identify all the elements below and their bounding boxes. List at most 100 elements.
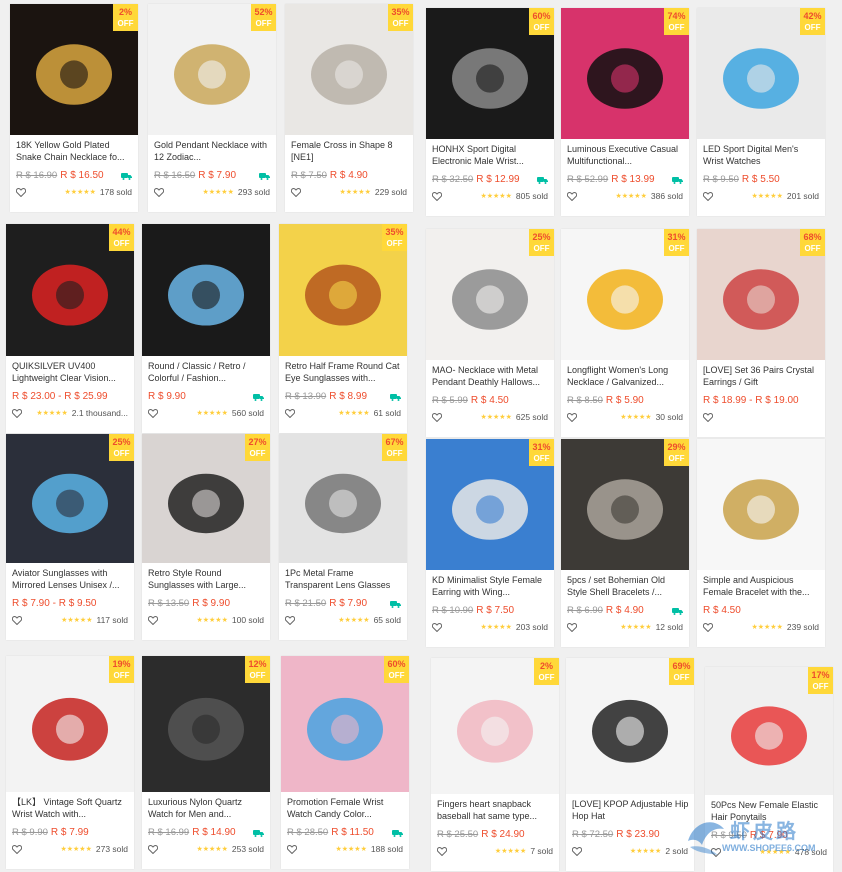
hair-ties-image[interactable]: 17% OFF: [705, 667, 833, 795]
zodiac-necklace-image[interactable]: 52% OFF: [148, 4, 276, 135]
product-card[interactable]: 44% OFF QUIKSILVER UV400 Lightweight Cle…: [6, 224, 134, 433]
discount-off-label: OFF: [249, 671, 266, 680]
product-card[interactable]: 2% OFF 18K Yellow Gold Plated Snake Chai…: [10, 4, 138, 212]
product-name[interactable]: Simple and Auspicious Female Bracelet wi…: [697, 570, 825, 600]
round-sunglasses-image[interactable]: [142, 224, 270, 356]
product-name[interactable]: Retro Style Round Sunglasses with Large.…: [142, 563, 270, 593]
led-watch-image[interactable]: 42% OFF: [697, 8, 825, 139]
heart-icon[interactable]: [16, 187, 26, 197]
product-card[interactable]: 27% OFF Retro Style Round Sunglasses wit…: [142, 434, 270, 640]
gold-chain-image[interactable]: 2% OFF: [10, 4, 138, 135]
earrings-set-image[interactable]: 68% OFF: [697, 229, 825, 360]
heart-icon[interactable]: [148, 408, 158, 418]
heart-icon[interactable]: [148, 615, 158, 625]
product-name[interactable]: Aviator Sunglasses with Mirrored Lenses …: [6, 563, 134, 593]
product-card[interactable]: 2% OFF Fingers heart snapback baseball h…: [431, 658, 559, 871]
rating-row: ★★★★★ 229 sold: [285, 182, 413, 198]
red-watch-image[interactable]: 19% OFF: [6, 656, 134, 792]
aviator-sunglasses-image[interactable]: 25% OFF: [6, 434, 134, 563]
heart-icon[interactable]: [567, 191, 577, 201]
product-name[interactable]: Longflight Women's Long Necklace / Galva…: [561, 360, 689, 390]
heart-icon[interactable]: [12, 844, 22, 854]
discount-value: 19%: [112, 659, 131, 669]
product-card[interactable]: 35% OFF Retro Half Frame Round Cat Eye S…: [279, 224, 407, 433]
sunflower-necklace-image[interactable]: 31% OFF: [561, 229, 689, 360]
product-card[interactable]: 35% OFF Female Cross in Shape 8 [NE1] R …: [285, 4, 413, 212]
product-name[interactable]: Gold Pendant Necklace with 12 Zodiac...: [148, 135, 276, 165]
product-card[interactable]: 25% OFF Aviator Sunglasses with Mirrored…: [6, 434, 134, 640]
product-card[interactable]: 67% OFF 1Pc Metal Frame Transparent Lens…: [279, 434, 407, 640]
candy-watch-image[interactable]: 60% OFF: [281, 656, 409, 792]
discount-off-label: OFF: [804, 244, 821, 253]
product-name[interactable]: 1Pc Metal Frame Transparent Lens Glasses: [279, 563, 407, 593]
heart-icon[interactable]: [437, 846, 447, 856]
product-card[interactable]: 25% OFF MAO- Necklace with Metal Pendant…: [426, 229, 554, 437]
star-rating-icon: ★★★★★: [751, 624, 783, 631]
wing-earrings-image[interactable]: 31% OFF: [426, 439, 554, 570]
product-card[interactable]: 60% OFF Promotion Female Wrist Watch Can…: [281, 656, 409, 869]
heart-icon[interactable]: [12, 615, 22, 625]
heart-icon[interactable]: [287, 844, 297, 854]
heart-icon[interactable]: [432, 622, 442, 632]
heart-icon[interactable]: [567, 412, 577, 422]
product-name[interactable]: MAO- Necklace with Metal Pendant Deathly…: [426, 360, 554, 390]
product-name[interactable]: 18K Yellow Gold Plated Snake Chain Neckl…: [10, 135, 138, 165]
product-name[interactable]: Retro Half Frame Round Cat Eye Sunglasse…: [279, 356, 407, 386]
product-card[interactable]: 31% OFF Longflight Women's Long Necklace…: [561, 229, 689, 437]
heart-icon[interactable]: [432, 191, 442, 201]
executive-watch-image[interactable]: 74% OFF: [561, 8, 689, 139]
heart-icon[interactable]: [12, 408, 22, 418]
heart-icon[interactable]: [285, 615, 295, 625]
product-name[interactable]: Luminous Executive Casual Multifunctiona…: [561, 139, 689, 169]
gold-bracelet-image[interactable]: [697, 439, 825, 570]
product-card[interactable]: 31% OFF KD Minimalist Style Female Earri…: [426, 439, 554, 647]
product-card[interactable]: Simple and Auspicious Female Bracelet wi…: [697, 439, 825, 647]
heart-icon[interactable]: [291, 187, 301, 197]
product-name[interactable]: 5pcs / set Bohemian Old Style Shell Brac…: [561, 570, 689, 600]
heart-icon[interactable]: [572, 846, 582, 856]
digital-watch-image[interactable]: 60% OFF: [426, 8, 554, 139]
heart-icon[interactable]: [148, 844, 158, 854]
product-card[interactable]: 69% OFF [LOVE] KPOP Adjustable Hip Hop H…: [566, 658, 694, 871]
product-card[interactable]: 19% OFF 【LK】 Vintage Soft Quartz Wrist W…: [6, 656, 134, 869]
price-row: R $ 52.99 R $ 13.99: [561, 169, 689, 186]
product-name[interactable]: Round / Classic / Retro / Colorful / Fas…: [142, 356, 270, 386]
product-name[interactable]: 【LK】 Vintage Soft Quartz Wrist Watch wit…: [6, 792, 134, 822]
product-card[interactable]: 60% OFF HONHX Sport Digital Electronic M…: [426, 8, 554, 216]
product-card[interactable]: 42% OFF LED Sport Digital Men's Wrist Wa…: [697, 8, 825, 216]
product-card[interactable]: Round / Classic / Retro / Colorful / Fas…: [142, 224, 270, 433]
product-name[interactable]: LED Sport Digital Men's Wrist Watches: [697, 139, 825, 169]
product-card[interactable]: 12% OFF Luxurious Nylon Quartz Watch for…: [142, 656, 270, 869]
heart-icon[interactable]: [285, 408, 295, 418]
kpop-hats-image[interactable]: 69% OFF: [566, 658, 694, 794]
heart-icon[interactable]: [567, 622, 577, 632]
product-name[interactable]: [LOVE] Set 36 Pairs Crystal Earrings / G…: [697, 360, 825, 390]
product-card[interactable]: 29% OFF 5pcs / set Bohemian Old Style Sh…: [561, 439, 689, 647]
sunglasses-box-image[interactable]: 44% OFF: [6, 224, 134, 356]
cat-eye-sunglasses-image[interactable]: 35% OFF: [279, 224, 407, 356]
product-name[interactable]: HONHX Sport Digital Electronic Male Wris…: [426, 139, 554, 169]
nylon-watch-image[interactable]: 12% OFF: [142, 656, 270, 792]
product-name[interactable]: KD Minimalist Style Female Earring with …: [426, 570, 554, 600]
pink-cap-image[interactable]: 2% OFF: [431, 658, 559, 794]
heart-icon[interactable]: [432, 412, 442, 422]
heart-icon[interactable]: [703, 191, 713, 201]
product-name[interactable]: QUIKSILVER UV400 Lightweight Clear Visio…: [6, 356, 134, 386]
product-card[interactable]: 74% OFF Luminous Executive Casual Multif…: [561, 8, 689, 216]
shell-bracelets-image[interactable]: 29% OFF: [561, 439, 689, 570]
product-name[interactable]: Luxurious Nylon Quartz Watch for Men and…: [142, 792, 270, 822]
product-card[interactable]: 52% OFF Gold Pendant Necklace with 12 Zo…: [148, 4, 276, 212]
product-name[interactable]: Female Cross in Shape 8 [NE1]: [285, 135, 413, 165]
heart-icon[interactable]: [703, 622, 713, 632]
large-sunglasses-image[interactable]: 27% OFF: [142, 434, 270, 563]
product-name[interactable]: [LOVE] KPOP Adjustable Hip Hop Hat: [566, 794, 694, 824]
product-name[interactable]: Fingers heart snapback baseball hat same…: [431, 794, 559, 824]
heart-icon[interactable]: [703, 412, 713, 422]
price-row: R $ 72.50 R $ 23.90: [566, 824, 694, 841]
product-card[interactable]: 68% OFF [LOVE] Set 36 Pairs Crystal Earr…: [697, 229, 825, 437]
metal-glasses-image[interactable]: 67% OFF: [279, 434, 407, 563]
triangle-necklace-image[interactable]: 25% OFF: [426, 229, 554, 360]
cross-necklace-image[interactable]: 35% OFF: [285, 4, 413, 135]
product-name[interactable]: Promotion Female Wrist Watch Candy Color…: [281, 792, 409, 822]
heart-icon[interactable]: [154, 187, 164, 197]
